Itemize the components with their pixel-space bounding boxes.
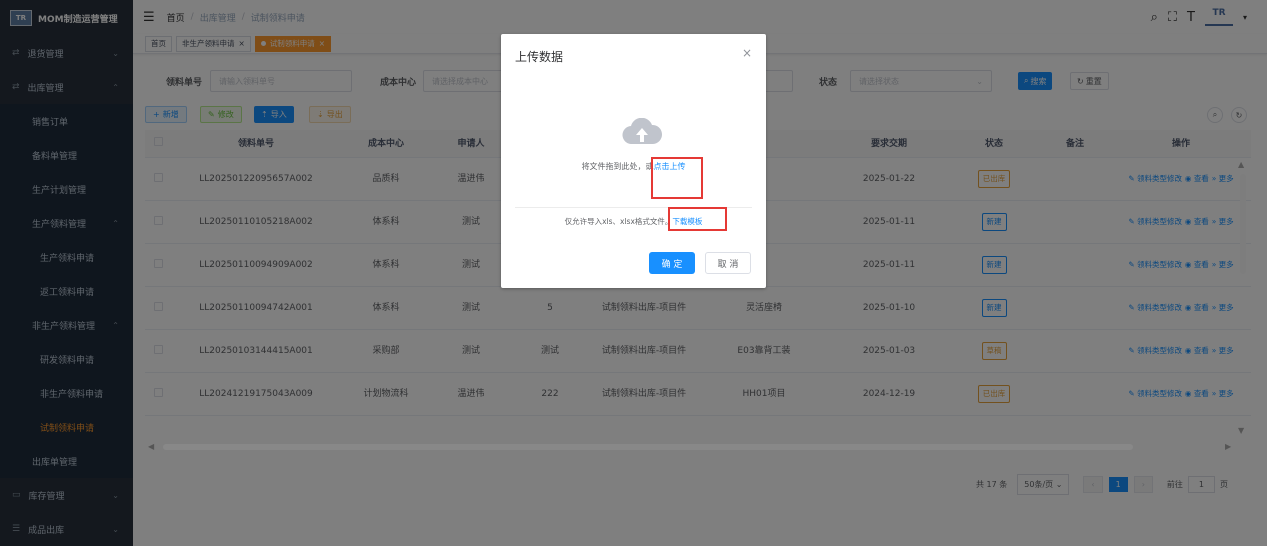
horizontal-scrollbar[interactable]: ◀ ▶ — [145, 442, 1231, 452]
cloud-upload-icon — [622, 118, 662, 144]
drag-hint: 将文件拖到此处，或 — [581, 162, 654, 171]
scroll-thumb[interactable] — [163, 444, 1133, 450]
dialog-title: 上传数据 — [515, 50, 564, 64]
scroll-left-icon[interactable]: ◀ — [148, 442, 154, 451]
scroll-right-icon[interactable]: ▶ — [1225, 442, 1231, 451]
vertical-scrollbar[interactable]: ▲ ▼ — [1237, 160, 1249, 440]
highlight-box — [651, 157, 703, 199]
upload-tip-text: 仅允许导入xls、xlsx格式文件。 — [564, 217, 673, 226]
upload-dropzone[interactable]: 将文件拖到此处，或点击上传 — [515, 84, 752, 208]
confirm-button[interactable]: 确 定 — [649, 252, 695, 274]
highlight-box — [668, 207, 727, 231]
upload-dialog: 上传数据 × 将文件拖到此处，或点击上传 仅允许导入xls、xlsx格式文件。下… — [501, 34, 766, 288]
scroll-down-icon[interactable]: ▼ — [1238, 426, 1244, 435]
scroll-up-icon[interactable]: ▲ — [1238, 160, 1244, 169]
scroll-thumb[interactable] — [1240, 174, 1246, 274]
close-icon[interactable]: × — [742, 46, 752, 60]
cancel-button[interactable]: 取 消 — [705, 252, 751, 274]
upload-text: 将文件拖到此处，或点击上传 — [515, 161, 752, 172]
